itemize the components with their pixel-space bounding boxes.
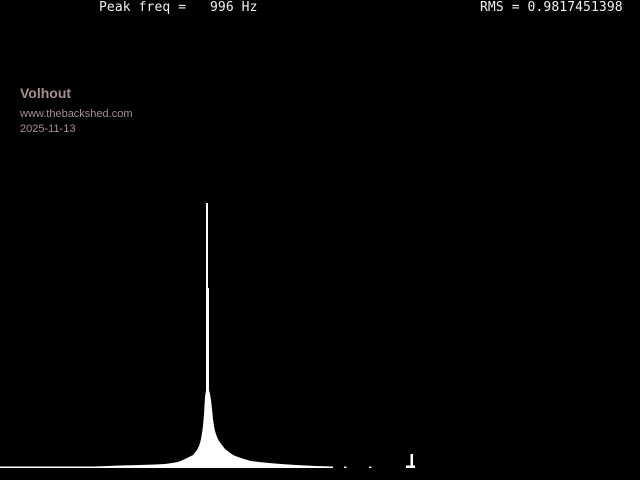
spectrum-main-lobe bbox=[0, 203, 333, 468]
fft-analyzer-screen: Peak freq = 996 Hz RMS = 0.9817451398 Vo… bbox=[0, 0, 640, 480]
harmonic-spike-base bbox=[406, 465, 415, 468]
noise-dot bbox=[369, 466, 372, 468]
noise-dot bbox=[344, 466, 347, 468]
spectrum-plot bbox=[0, 203, 415, 468]
